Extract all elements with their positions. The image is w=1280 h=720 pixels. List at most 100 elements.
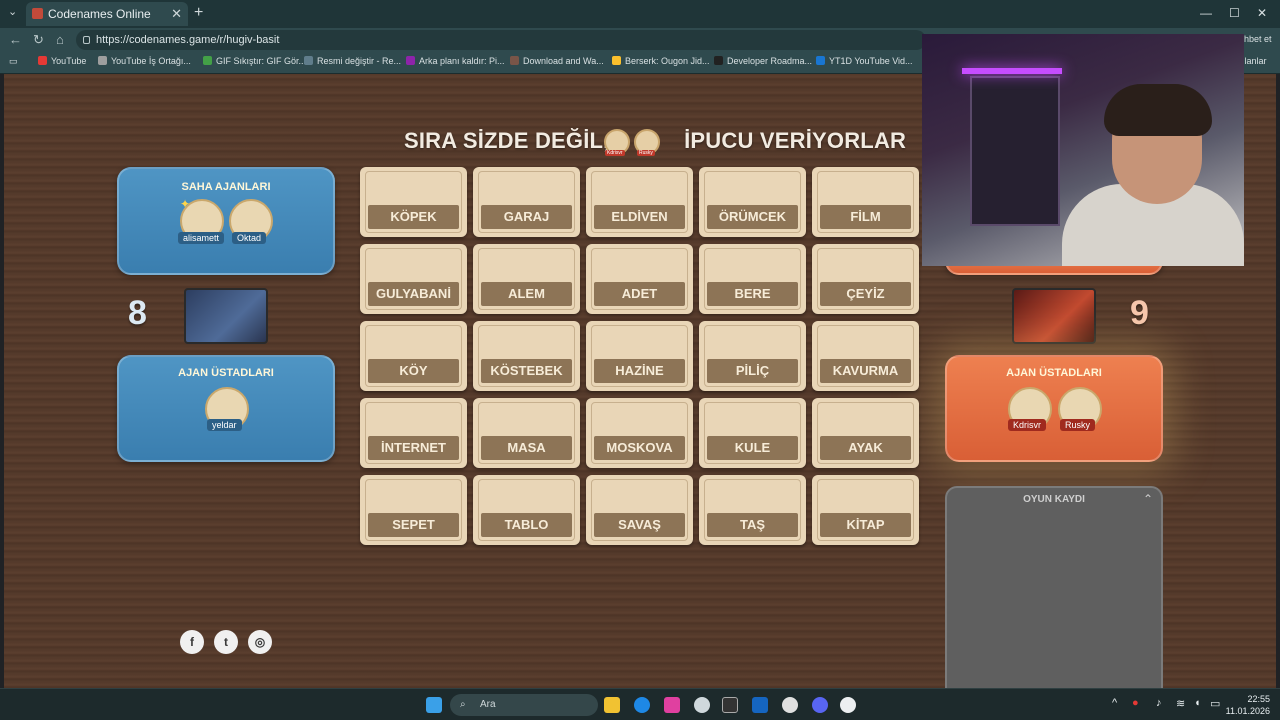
headline-avatar-name: Rusky [637,150,655,156]
system-clock[interactable]: 22:55 11.01.2026 [1226,693,1270,717]
file-explorer-icon[interactable] [604,697,620,713]
bookmark-item[interactable]: Download and Wa... [510,56,604,66]
edge-hint-text: hbet et [1244,34,1272,44]
bookmark-item[interactable]: YT1D YouTube Vid... [816,56,913,66]
word-card[interactable]: İNTERNET [360,398,467,468]
word-card[interactable]: TAŞ [699,475,806,545]
epic-games-icon[interactable] [722,697,738,713]
search-placeholder: Ara [480,699,496,710]
card-word: TABLO [481,513,572,537]
close-tab-icon[interactable]: ✕ [171,2,182,26]
microphone-icon[interactable]: ♪ [1156,697,1162,709]
card-word: GARAJ [481,205,572,229]
wifi-icon[interactable]: ≋ [1176,697,1185,710]
tab-title: Codenames Online [48,7,151,21]
windows-start-icon[interactable] [426,697,442,713]
minimize-icon[interactable]: — [1200,6,1212,20]
card-word: ÖRÜMCEK [707,205,798,229]
search-icon: ⌕ [460,699,466,710]
bookmark-favicon-icon [714,56,723,65]
red-team-portrait [1012,288,1096,344]
spark-icon: ✦ [180,197,191,211]
word-card[interactable]: KİTAP [812,475,919,545]
word-card[interactable]: AYAK [812,398,919,468]
word-card[interactable]: KULE [699,398,806,468]
word-board: KÖPEK GARAJ ELDİVEN ÖRÜMCEK FİLM GULYABANİ ALE… [360,167,922,545]
word-card[interactable]: GULYABANİ [360,244,467,314]
close-window-icon[interactable]: ✕ [1257,6,1267,20]
bookmark-item[interactable]: Resmi değiştir - Re... [304,56,401,66]
app-icon[interactable] [664,697,680,713]
word-card[interactable]: ELDİVEN [586,167,693,237]
taskbar-search[interactable]: ⌕ Ara [450,694,598,716]
steam-icon[interactable] [752,697,768,713]
word-card[interactable]: TABLO [473,475,580,545]
bookmarks-overflow[interactable]: ılanlar [1242,56,1267,66]
word-card[interactable]: SAVAŞ [586,475,693,545]
word-card[interactable]: ÖRÜMCEK [699,167,806,237]
card-word: GULYABANİ [368,282,459,306]
word-card[interactable]: BERE [699,244,806,314]
word-card[interactable]: ÇEYİZ [812,244,919,314]
word-card[interactable]: ALEM [473,244,580,314]
blue-field-operatives-panel: SAHA AJANLARI [117,167,335,275]
bookmarks-menu-icon[interactable]: ▭ [9,56,18,67]
url-text: https://codenames.game/r/hugiv-basit [96,34,280,46]
headline-avatar-name: Kdrisvr [605,150,625,156]
obs-icon[interactable] [840,697,856,713]
red-spymasters-panel: AJAN ÜSTADLARI [945,355,1163,462]
browser-tab[interactable]: Codenames Online ✕ [26,2,188,26]
card-word: KULE [707,436,798,460]
word-card[interactable]: HAZİNE [586,321,693,391]
word-card[interactable]: KÖY [360,321,467,391]
word-card[interactable]: ADET [586,244,693,314]
facebook-icon[interactable]: f [180,630,204,654]
word-card[interactable]: GARAJ [473,167,580,237]
tray-app-icon[interactable]: ● [1132,697,1139,709]
word-card[interactable]: KAVURMA [812,321,919,391]
instagram-icon[interactable]: ◎ [248,630,272,654]
home-icon[interactable]: ⌂ [56,32,64,47]
url-field[interactable]: https://codenames.game/r/hugiv-basit [76,30,926,50]
card-word: SAVAŞ [594,513,685,537]
discord-icon[interactable] [812,697,828,713]
bookmark-item[interactable]: Arka planı kaldır: Pi... [406,56,505,66]
volume-icon[interactable]: ◖ [1194,697,1201,709]
bookmark-item[interactable]: Berserk: Ougon Jid... [612,56,710,66]
back-icon[interactable]: ← [9,32,22,47]
tray-chevron-icon[interactable]: ^ [1112,697,1117,709]
reload-icon[interactable]: ↻ [33,32,44,48]
word-card[interactable]: SEPET [360,475,467,545]
card-word: TAŞ [707,513,798,537]
word-card[interactable]: FİLM [812,167,919,237]
card-word: KÖPEK [368,205,459,229]
card-word: KİTAP [820,513,911,537]
twitter-icon[interactable]: t [214,630,238,654]
maximize-icon[interactable]: ☐ [1229,6,1240,20]
word-card[interactable]: KÖSTEBEK [473,321,580,391]
lock-icon [83,36,90,44]
webcam-overlay [922,34,1244,266]
chevron-up-icon[interactable]: ⌃ [1143,492,1153,506]
word-card[interactable]: PİLİÇ [699,321,806,391]
app-icon[interactable] [782,697,798,713]
edge-browser-icon[interactable] [634,697,650,713]
bookmark-item[interactable]: GIF Sıkıştır: GIF Gör... [203,56,306,66]
battery-icon[interactable]: ▭ [1210,697,1220,710]
bookmark-item[interactable]: YouTube İş Ortağı... [98,56,191,66]
blue-team-portrait [184,288,268,344]
bookmark-item[interactable]: Developer Roadma... [714,56,812,66]
headline-right-text: İPUCU VERİYORLAR [684,128,907,153]
word-card[interactable]: MOSKOVA [586,398,693,468]
bookmark-item[interactable]: YouTube [38,56,86,66]
tab-menu-icon[interactable]: ⌄ [8,5,17,18]
word-card[interactable]: MASA [473,398,580,468]
settings-gear-icon[interactable] [694,697,710,713]
bookmark-favicon-icon [38,56,47,65]
new-tab-icon[interactable]: + [194,4,203,22]
bookmark-favicon-icon [304,56,313,65]
card-word: HAZİNE [594,359,685,383]
word-card[interactable]: KÖPEK [360,167,467,237]
game-log-title: OYUN KAYDI [1023,494,1085,505]
card-word: KÖSTEBEK [481,359,572,383]
